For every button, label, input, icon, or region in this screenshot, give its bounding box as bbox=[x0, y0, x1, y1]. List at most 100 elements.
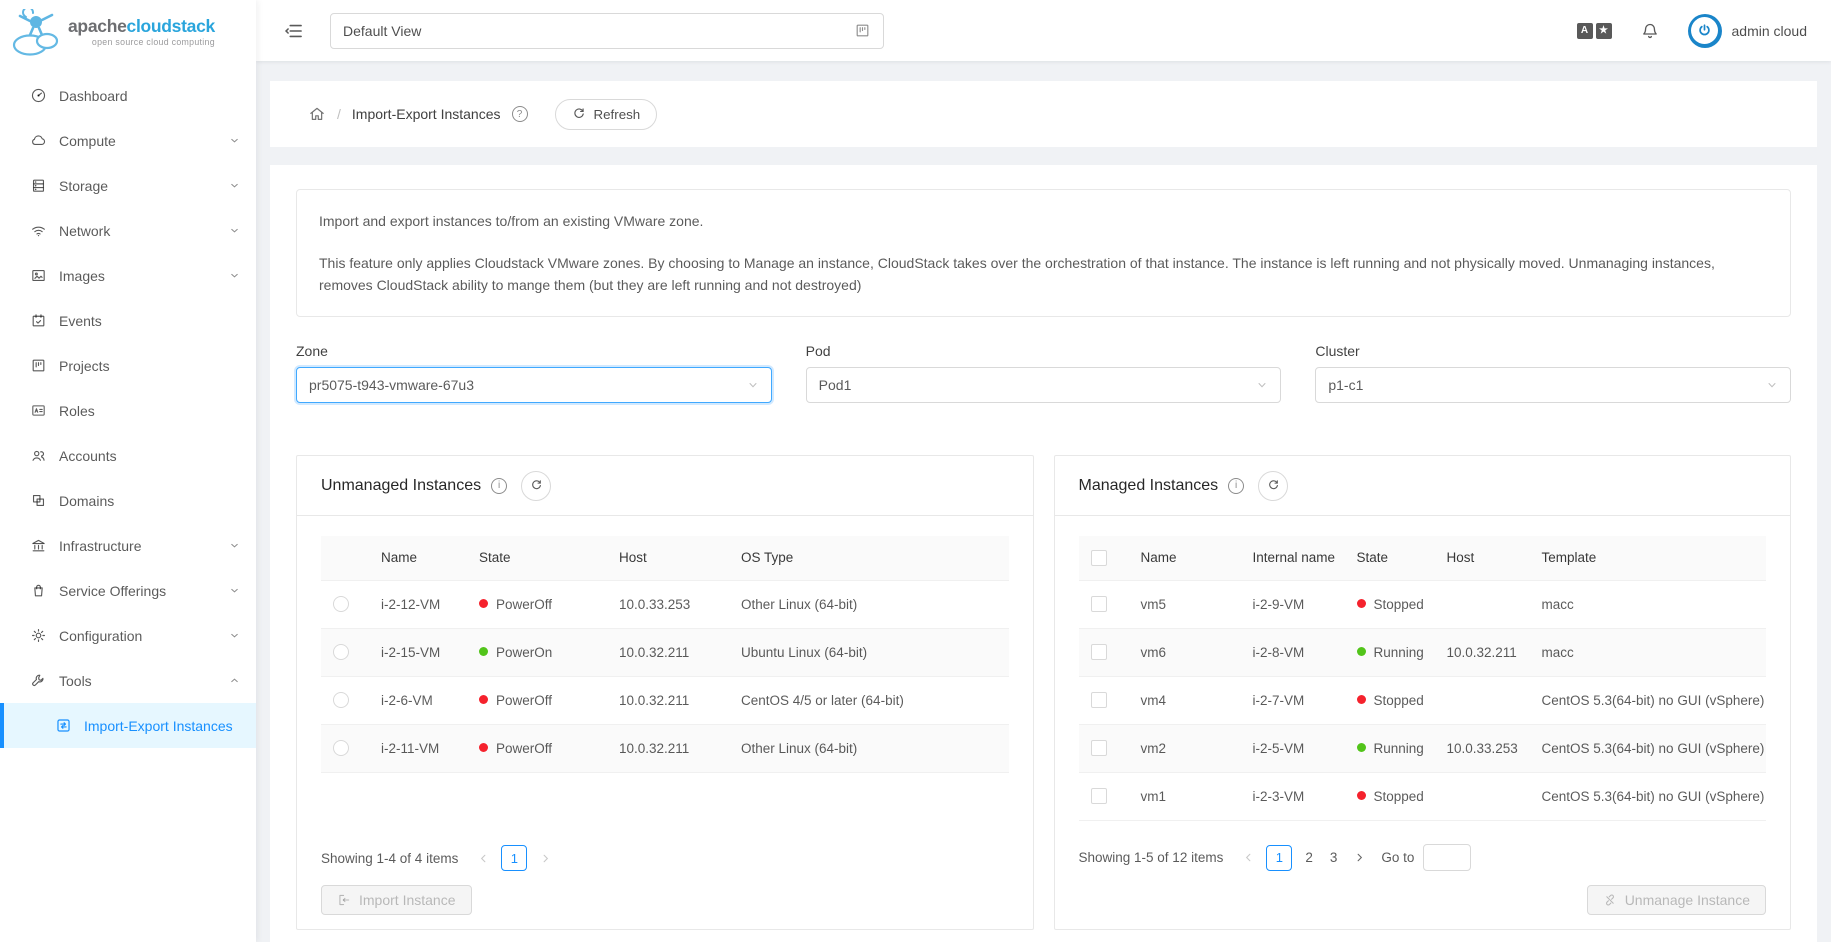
status-dot bbox=[1357, 599, 1366, 608]
table-row[interactable]: vm6 i-2-8-VM Running 10.0.32.211 macc bbox=[1079, 628, 1767, 676]
unmanaged-refresh-button[interactable] bbox=[521, 471, 551, 501]
sidebar-item-tools[interactable]: Tools bbox=[0, 658, 256, 703]
select-all-checkbox[interactable] bbox=[1091, 550, 1107, 566]
breadcrumb-bar: / Import-Export Instances ? Refresh bbox=[270, 81, 1817, 147]
managed-refresh-button[interactable] bbox=[1258, 471, 1288, 501]
shopping-bag-icon bbox=[30, 582, 47, 599]
zone-select[interactable]: pr5075-t943-vmware-67u3 bbox=[296, 367, 772, 403]
prev-page-icon[interactable] bbox=[474, 849, 492, 867]
cell-state: PowerOff bbox=[467, 676, 607, 724]
table-row[interactable]: vm1 i-2-3-VM Stopped CentOS 5.3(64-bit) … bbox=[1079, 772, 1767, 820]
sidebar-item-label: Accounts bbox=[59, 448, 240, 464]
goto-page-input[interactable] bbox=[1423, 844, 1471, 871]
sidebar-item-network[interactable]: Network bbox=[0, 208, 256, 253]
row-checkbox[interactable] bbox=[1091, 692, 1107, 708]
table-row[interactable]: vm2 i-2-5-VM Running 10.0.33.253 CentOS … bbox=[1079, 724, 1767, 772]
row-radio[interactable] bbox=[333, 596, 349, 612]
sidebar-item-infrastructure[interactable]: Infrastructure bbox=[0, 523, 256, 568]
pod-label: Pod bbox=[806, 343, 1282, 359]
page-3-button[interactable]: 3 bbox=[1326, 850, 1342, 865]
info-icon: i bbox=[1228, 478, 1244, 494]
row-radio[interactable] bbox=[333, 644, 349, 660]
chevron-down-icon bbox=[229, 180, 240, 191]
sidebar-item-storage[interactable]: Storage bbox=[0, 163, 256, 208]
managed-instances-card: Managed Instances i Name Internal bbox=[1054, 455, 1792, 930]
row-checkbox[interactable] bbox=[1091, 740, 1107, 756]
cell-state: PowerOn bbox=[467, 628, 607, 676]
sidebar-item-domains[interactable]: Domains bbox=[0, 478, 256, 523]
pod-filter: Pod Pod1 bbox=[806, 343, 1282, 403]
database-icon bbox=[30, 177, 47, 194]
disconnect-icon bbox=[1603, 893, 1617, 907]
wifi-icon bbox=[30, 222, 47, 239]
cell-name: vm1 bbox=[1129, 772, 1241, 820]
chevron-down-icon bbox=[747, 379, 759, 391]
interaction-icon bbox=[55, 717, 72, 734]
project-icon bbox=[30, 357, 47, 374]
next-page-icon[interactable] bbox=[1350, 849, 1368, 867]
cell-state: PowerOff bbox=[467, 580, 607, 628]
page-1-button[interactable]: 1 bbox=[501, 845, 527, 871]
showing-items-text: Showing 1-4 of 4 items bbox=[321, 851, 458, 866]
prev-page-icon[interactable] bbox=[1239, 849, 1257, 867]
sidebar-item-label: Network bbox=[59, 223, 217, 239]
sidebar-item-import-export-instances[interactable]: Import-Export Instances bbox=[0, 703, 256, 748]
row-checkbox[interactable] bbox=[1091, 596, 1107, 612]
idcard-icon bbox=[30, 402, 47, 419]
sidebar-item-label: Service Offerings bbox=[59, 583, 217, 599]
next-page-icon[interactable] bbox=[536, 849, 554, 867]
sidebar-item-configuration[interactable]: Configuration bbox=[0, 613, 256, 658]
managed-card-body: Name Internal name State Host Template v… bbox=[1055, 516, 1791, 929]
home-icon[interactable] bbox=[308, 105, 326, 123]
table-row[interactable]: i-2-12-VM PowerOff 10.0.33.253 Other Lin… bbox=[321, 580, 1009, 628]
sidebar-item-label: Domains bbox=[59, 493, 240, 509]
zone-select-value: pr5075-t943-vmware-67u3 bbox=[309, 377, 474, 393]
table-row[interactable]: vm5 i-2-9-VM Stopped macc bbox=[1079, 580, 1767, 628]
help-icon[interactable]: ? bbox=[512, 106, 528, 122]
user-menu[interactable]: admin cloud bbox=[1688, 14, 1808, 48]
sidebar-item-dashboard[interactable]: Dashboard bbox=[0, 73, 256, 118]
unmanaged-table: Name State Host OS Type i-2-12-VM PowerO… bbox=[321, 536, 1009, 773]
cluster-select[interactable]: p1-c1 bbox=[1315, 367, 1791, 403]
row-checkbox[interactable] bbox=[1091, 644, 1107, 660]
translation-icon[interactable]: A★ bbox=[1577, 23, 1612, 39]
sidebar-item-roles[interactable]: Roles bbox=[0, 388, 256, 433]
view-selector[interactable]: Default View bbox=[330, 13, 884, 49]
cell-internal-name: i-2-8-VM bbox=[1241, 628, 1345, 676]
table-row[interactable]: vm4 i-2-7-VM Stopped CentOS 5.3(64-bit) … bbox=[1079, 676, 1767, 724]
sidebar-item-projects[interactable]: Projects bbox=[0, 343, 256, 388]
cell-os: CentOS 4/5 or later (64-bit) bbox=[729, 676, 1009, 724]
row-radio[interactable] bbox=[333, 740, 349, 756]
bell-icon[interactable] bbox=[1640, 21, 1660, 41]
table-row[interactable]: i-2-15-VM PowerOn 10.0.32.211 Ubuntu Lin… bbox=[321, 628, 1009, 676]
intro-paragraph-1: Import and export instances to/from an e… bbox=[319, 210, 1768, 232]
unmanaged-actions: Import Instance bbox=[321, 871, 1009, 915]
import-icon bbox=[337, 893, 351, 907]
page-2-button[interactable]: 2 bbox=[1301, 850, 1317, 865]
pod-select[interactable]: Pod1 bbox=[806, 367, 1282, 403]
import-instance-button[interactable]: Import Instance bbox=[321, 885, 472, 915]
sidebar-item-images[interactable]: Images bbox=[0, 253, 256, 298]
sidebar-item-label: Storage bbox=[59, 178, 217, 194]
row-radio[interactable] bbox=[333, 692, 349, 708]
menu-fold-icon[interactable] bbox=[284, 21, 304, 41]
row-checkbox[interactable] bbox=[1091, 788, 1107, 804]
sidebar-item-label: Projects bbox=[59, 358, 240, 374]
sidebar-item-accounts[interactable]: Accounts bbox=[0, 433, 256, 478]
managed-actions: Unmanage Instance bbox=[1079, 871, 1767, 915]
team-icon bbox=[30, 447, 47, 464]
table-row[interactable]: i-2-11-VM PowerOff 10.0.32.211 Other Lin… bbox=[321, 724, 1009, 772]
refresh-button[interactable]: Refresh bbox=[555, 99, 658, 130]
table-row[interactable]: i-2-6-VM PowerOff 10.0.32.211 CentOS 4/5… bbox=[321, 676, 1009, 724]
cluster-select-value: p1-c1 bbox=[1328, 377, 1363, 393]
sidebar-item-service-offerings[interactable]: Service Offerings bbox=[0, 568, 256, 613]
top-header: Default View A★ admin cloud bbox=[256, 0, 1831, 61]
page-1-button[interactable]: 1 bbox=[1266, 845, 1292, 871]
sidebar-item-events[interactable]: Events bbox=[0, 298, 256, 343]
unmanage-instance-button[interactable]: Unmanage Instance bbox=[1587, 885, 1766, 915]
sidebar-item-label: Tools bbox=[59, 673, 217, 689]
cell-host bbox=[1435, 676, 1530, 724]
status-dot bbox=[479, 743, 488, 752]
sidebar-item-compute[interactable]: Compute bbox=[0, 118, 256, 163]
cell-os: Other Linux (64-bit) bbox=[729, 580, 1009, 628]
